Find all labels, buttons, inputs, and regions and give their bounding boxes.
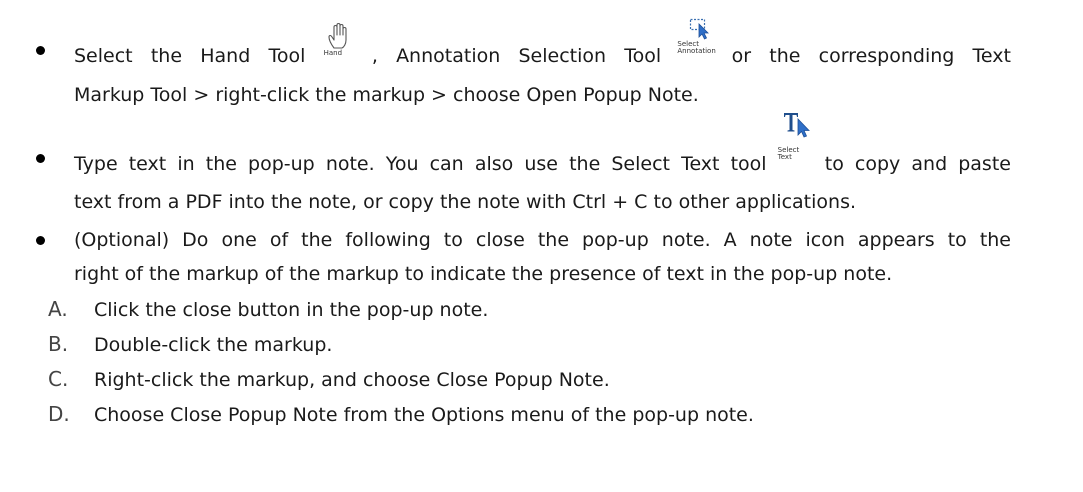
- document-page: Select the Hand Tool Hand , Annotation S…: [0, 0, 1083, 492]
- list-item-text: Click the close button in the pop-up not…: [94, 299, 489, 321]
- select-text-icon: Select Text: [777, 113, 814, 170]
- bullet-line: right of the markup of the markup to ind…: [74, 263, 893, 285]
- list-item: D. Choose Close Popup Note from the Optio…: [48, 402, 754, 427]
- bullet-line: (Optional) Do one of the following to cl…: [74, 229, 1011, 251]
- list-item-text: Right-click the markup, and choose Close…: [94, 369, 610, 391]
- select-text-icon-label: Select Text: [777, 146, 800, 161]
- bullet-line: Select the Hand Tool Hand , Annotation S…: [74, 18, 1011, 68]
- bullet-line: text from a PDF into the note, or copy t…: [74, 191, 857, 213]
- bullet-text: Type text in the pop-up note. You can al…: [74, 153, 767, 175]
- list-item-letter: D.: [48, 402, 70, 426]
- bullet-text: or the corresponding Text: [731, 45, 1011, 67]
- annotation-selection-icon-label: Select Annotation: [677, 40, 716, 55]
- list-item: A. Click the close button in the pop-up n…: [48, 297, 488, 322]
- list-item-letter: B.: [48, 332, 69, 356]
- bullet-text: to copy and paste: [824, 153, 1011, 175]
- list-item-text: Choose Close Popup Note from the Options…: [94, 404, 754, 426]
- hand-icon-label: Hand: [323, 49, 343, 57]
- bullet-line: Markup Tool > right-click the markup > c…: [74, 84, 699, 106]
- bullet-text: Select the Hand Tool: [74, 45, 306, 67]
- bullet-icon: [36, 154, 45, 163]
- list-item-text: Double-click the markup.: [94, 334, 333, 356]
- bullet-text: , Annotation Selection Tool: [371, 45, 662, 67]
- annotation-selection-icon: Select Annotation: [677, 18, 716, 62]
- list-item: B. Double-click the markup.: [48, 332, 332, 357]
- bullet-line: Type text in the pop-up note. You can al…: [74, 113, 1011, 176]
- list-item: C. Right-click the markup, and choose Clo…: [48, 367, 610, 392]
- bullet-icon: [36, 46, 45, 55]
- list-item-letter: C.: [48, 367, 69, 391]
- hand-icon: Hand: [323, 22, 354, 62]
- list-item-letter: A.: [48, 297, 68, 321]
- bullet-icon: [36, 236, 45, 245]
